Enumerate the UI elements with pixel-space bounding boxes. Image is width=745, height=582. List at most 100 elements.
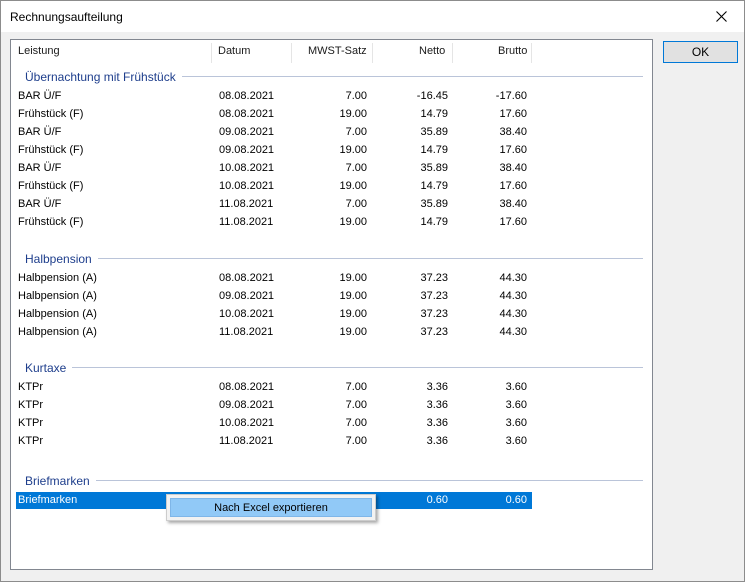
cell-datum[interactable]: 09.08.2021 bbox=[219, 143, 289, 158]
cell-datum[interactable]: 08.08.2021 bbox=[219, 380, 289, 395]
column-header-datum[interactable]: Datum bbox=[218, 45, 250, 61]
cell-brutto[interactable]: 38.40 bbox=[461, 197, 527, 212]
cell-mwst-satz[interactable]: 19.00 bbox=[301, 215, 367, 230]
ok-button[interactable]: OK bbox=[663, 41, 738, 63]
cell-leistung[interactable]: Halbpension (A) bbox=[18, 325, 208, 340]
cell-brutto[interactable]: 44.30 bbox=[461, 325, 527, 340]
cell-netto[interactable]: 35.89 bbox=[381, 161, 448, 176]
cell-brutto[interactable]: -17.60 bbox=[461, 89, 527, 104]
cell-netto[interactable]: 3.36 bbox=[381, 398, 448, 413]
cell-netto[interactable]: 3.36 bbox=[381, 380, 448, 395]
cell-datum[interactable]: 08.08.2021 bbox=[219, 107, 289, 122]
column-header-brutto[interactable]: Brutto bbox=[498, 45, 527, 61]
cell-brutto[interactable]: 3.60 bbox=[461, 380, 527, 395]
cell-leistung[interactable]: Halbpension (A) bbox=[18, 289, 208, 304]
cell-leistung[interactable]: Frühstück (F) bbox=[18, 215, 208, 230]
cell-leistung[interactable]: Frühstück (F) bbox=[18, 107, 208, 122]
cell-netto[interactable]: 0.60 bbox=[381, 493, 448, 508]
context-menu: Nach Excel exportieren bbox=[166, 494, 376, 521]
cell-mwst-satz[interactable]: 7.00 bbox=[301, 89, 367, 104]
group-divider bbox=[182, 76, 643, 77]
cell-brutto[interactable]: 3.60 bbox=[461, 416, 527, 431]
cell-datum[interactable]: 09.08.2021 bbox=[219, 125, 289, 140]
cell-mwst-satz[interactable]: 7.00 bbox=[301, 125, 367, 140]
cell-datum[interactable]: 10.08.2021 bbox=[219, 307, 289, 322]
cell-netto[interactable]: 3.36 bbox=[381, 434, 448, 449]
cell-leistung[interactable]: BAR Ü/F bbox=[18, 89, 208, 104]
cell-netto[interactable]: 35.89 bbox=[381, 197, 448, 212]
cell-datum[interactable]: 11.08.2021 bbox=[219, 197, 289, 212]
cell-datum[interactable]: 10.08.2021 bbox=[219, 161, 289, 176]
cell-brutto[interactable]: 44.30 bbox=[461, 289, 527, 304]
cell-datum[interactable]: 09.08.2021 bbox=[219, 398, 289, 413]
cell-mwst-satz[interactable]: 7.00 bbox=[301, 161, 367, 176]
invoice-split-list[interactable]: Leistung Datum MWST-Satz Netto Brutto Üb… bbox=[10, 39, 653, 570]
cell-mwst-satz[interactable]: 19.00 bbox=[301, 143, 367, 158]
cell-leistung[interactable]: Frühstück (F) bbox=[18, 143, 208, 158]
cell-netto[interactable]: 14.79 bbox=[381, 143, 448, 158]
cell-brutto[interactable]: 17.60 bbox=[461, 215, 527, 230]
cell-datum[interactable]: 10.08.2021 bbox=[219, 179, 289, 194]
group-header: Übernachtung mit Frühstück bbox=[25, 70, 176, 84]
cell-leistung[interactable]: Halbpension (A) bbox=[18, 271, 208, 286]
cell-brutto[interactable]: 38.40 bbox=[461, 125, 527, 140]
cell-leistung[interactable]: KTPr bbox=[18, 380, 208, 395]
cell-netto[interactable]: 3.36 bbox=[381, 416, 448, 431]
column-header-leistung[interactable]: Leistung bbox=[18, 45, 60, 61]
cell-datum[interactable]: 10.08.2021 bbox=[219, 416, 289, 431]
cell-mwst-satz[interactable]: 7.00 bbox=[301, 416, 367, 431]
cell-leistung[interactable]: Halbpension (A) bbox=[18, 307, 208, 322]
cell-datum[interactable]: 11.08.2021 bbox=[219, 434, 289, 449]
cell-brutto[interactable]: 0.60 bbox=[461, 493, 527, 508]
cell-leistung[interactable]: KTPr bbox=[18, 434, 208, 449]
column-divider bbox=[291, 43, 292, 63]
cell-datum[interactable]: 08.08.2021 bbox=[219, 271, 289, 286]
cell-netto[interactable]: 14.79 bbox=[381, 107, 448, 122]
column-divider bbox=[211, 43, 212, 63]
cell-brutto[interactable]: 44.30 bbox=[461, 307, 527, 322]
cell-leistung[interactable]: BAR Ü/F bbox=[18, 197, 208, 212]
cell-mwst-satz[interactable]: 7.00 bbox=[301, 398, 367, 413]
cell-netto[interactable]: 37.23 bbox=[381, 271, 448, 286]
cell-netto[interactable]: 37.23 bbox=[381, 307, 448, 322]
column-header-netto[interactable]: Netto bbox=[419, 45, 445, 61]
cell-leistung[interactable]: KTPr bbox=[18, 398, 208, 413]
column-divider bbox=[372, 43, 373, 63]
cell-mwst-satz[interactable]: 19.00 bbox=[301, 271, 367, 286]
cell-leistung[interactable]: KTPr bbox=[18, 416, 208, 431]
cell-brutto[interactable]: 17.60 bbox=[461, 179, 527, 194]
cell-mwst-satz[interactable]: 19.00 bbox=[301, 325, 367, 340]
cell-netto[interactable]: 14.79 bbox=[381, 215, 448, 230]
cell-netto[interactable]: 35.89 bbox=[381, 125, 448, 140]
cell-netto[interactable]: 14.79 bbox=[381, 179, 448, 194]
cell-mwst-satz[interactable]: 19.00 bbox=[301, 107, 367, 122]
cell-datum[interactable]: 09.08.2021 bbox=[219, 289, 289, 304]
menu-item-export-excel[interactable]: Nach Excel exportieren bbox=[170, 498, 372, 517]
cell-brutto[interactable]: 38.40 bbox=[461, 161, 527, 176]
cell-datum[interactable]: 11.08.2021 bbox=[219, 325, 289, 340]
group-header: Briefmarken bbox=[25, 474, 90, 488]
cell-mwst-satz[interactable]: 19.00 bbox=[301, 289, 367, 304]
cell-datum[interactable]: 11.08.2021 bbox=[219, 215, 289, 230]
close-button[interactable] bbox=[698, 1, 744, 32]
cell-brutto[interactable]: 3.60 bbox=[461, 434, 527, 449]
cell-leistung[interactable]: BAR Ü/F bbox=[18, 125, 208, 140]
cell-brutto[interactable]: 44.30 bbox=[461, 271, 527, 286]
cell-mwst-satz[interactable]: 7.00 bbox=[301, 434, 367, 449]
cell-mwst-satz[interactable]: 19.00 bbox=[301, 179, 367, 194]
cell-brutto[interactable]: 17.60 bbox=[461, 107, 527, 122]
cell-mwst-satz[interactable]: 7.00 bbox=[301, 197, 367, 212]
cell-mwst-satz[interactable]: 7.00 bbox=[301, 380, 367, 395]
cell-netto[interactable]: 37.23 bbox=[381, 325, 448, 340]
cell-leistung[interactable]: BAR Ü/F bbox=[18, 161, 208, 176]
cell-netto[interactable]: -16.45 bbox=[381, 89, 448, 104]
title-bar: Rechnungsaufteilung bbox=[1, 1, 744, 32]
cell-datum[interactable]: 08.08.2021 bbox=[219, 89, 289, 104]
cell-brutto[interactable]: 3.60 bbox=[461, 398, 527, 413]
column-header-mwst-satz[interactable]: MWST-Satz bbox=[308, 45, 367, 61]
group-header: Kurtaxe bbox=[25, 361, 67, 375]
cell-mwst-satz[interactable]: 19.00 bbox=[301, 307, 367, 322]
cell-netto[interactable]: 37.23 bbox=[381, 289, 448, 304]
cell-brutto[interactable]: 17.60 bbox=[461, 143, 527, 158]
cell-leistung[interactable]: Frühstück (F) bbox=[18, 179, 208, 194]
